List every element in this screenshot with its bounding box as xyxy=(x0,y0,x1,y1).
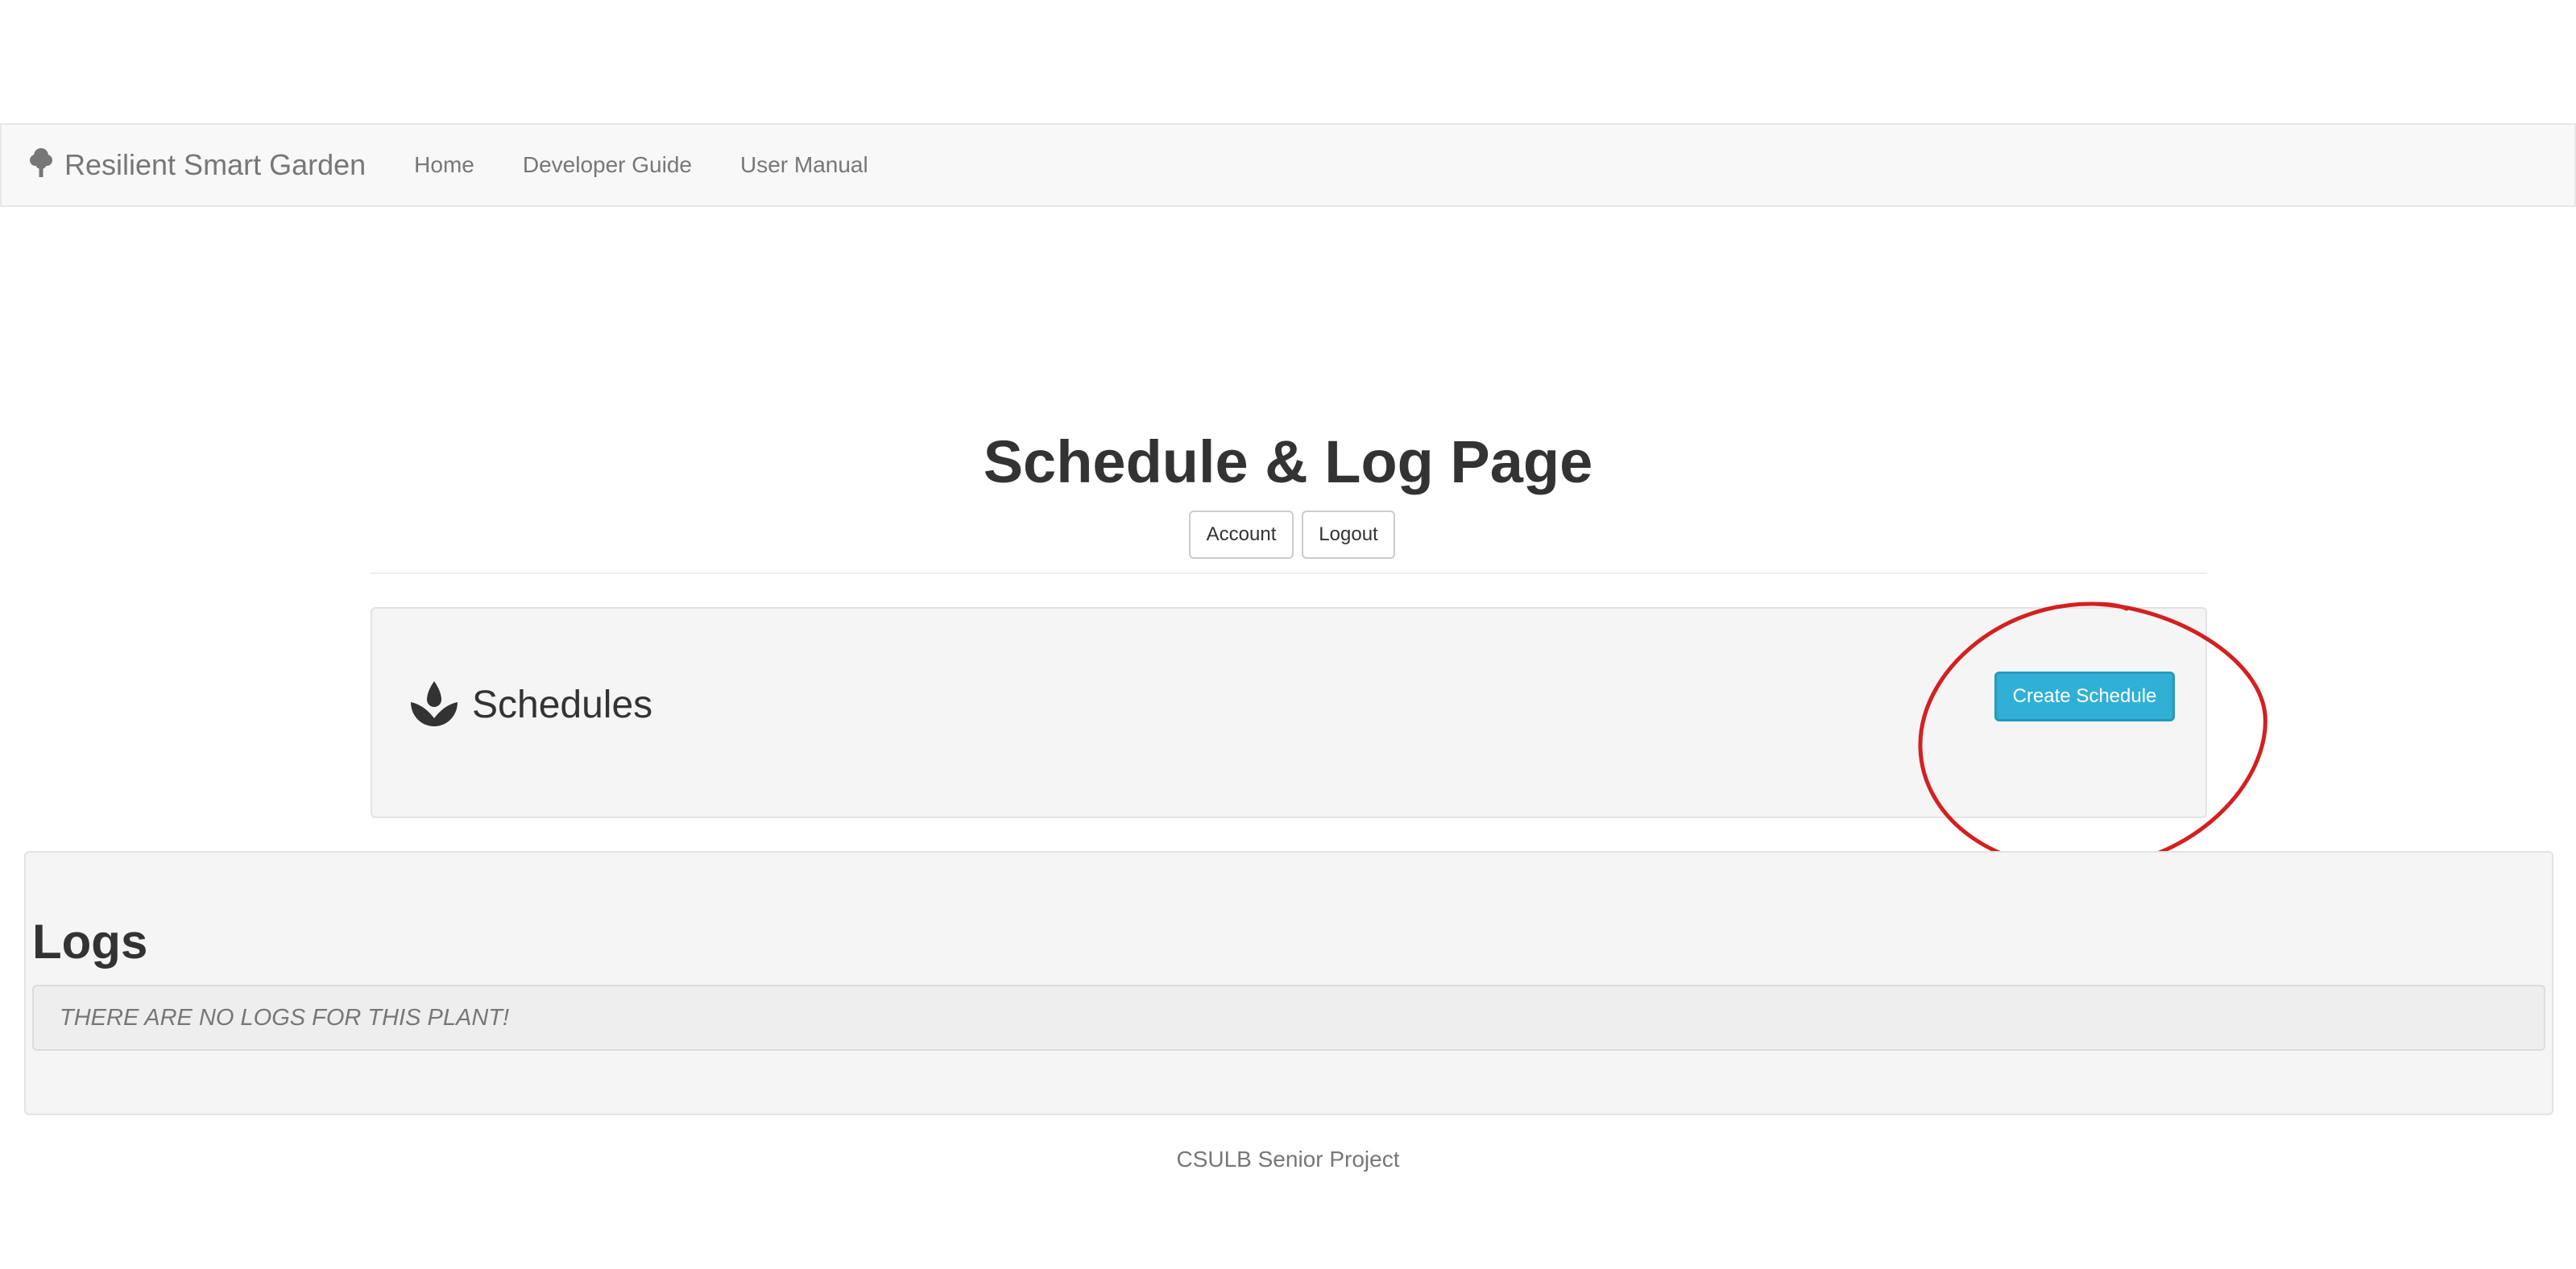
schedules-panel: Schedules Create Schedule xyxy=(371,607,2207,818)
nav-link-home[interactable]: Home xyxy=(414,152,474,178)
brand-name: Resilient Smart Garden xyxy=(64,148,367,181)
logout-button[interactable]: Logout xyxy=(1302,510,1395,559)
nav-link-developer-guide[interactable]: Developer Guide xyxy=(523,152,692,178)
spa-icon xyxy=(411,681,458,726)
nav-links: Home Developer Guide User Manual xyxy=(414,152,917,178)
account-button[interactable]: Account xyxy=(1189,510,1294,559)
top-navbar: Resilient Smart Garden Home Developer Gu… xyxy=(0,123,2576,207)
logs-title: Logs xyxy=(32,915,148,969)
schedules-heading: Schedules xyxy=(408,678,652,731)
create-schedule-button[interactable]: Create Schedule xyxy=(1994,672,2175,721)
tree-icon xyxy=(30,148,52,177)
footer-text: CSULB Senior Project xyxy=(1176,1147,1400,1172)
logs-empty-message: THERE ARE NO LOGS FOR THIS PLANT! xyxy=(32,985,2545,1051)
brand-link[interactable]: Resilient Smart Garden xyxy=(29,148,366,182)
header-divider xyxy=(371,572,2207,574)
nav-link-user-manual[interactable]: User Manual xyxy=(740,152,868,178)
page-title: Schedule & Log Page xyxy=(983,428,1593,495)
header-buttons: Account Logout xyxy=(0,510,2576,559)
schedules-title: Schedules xyxy=(472,683,653,726)
logs-panel: Logs THERE ARE NO LOGS FOR THIS PLANT! xyxy=(24,851,2553,1115)
